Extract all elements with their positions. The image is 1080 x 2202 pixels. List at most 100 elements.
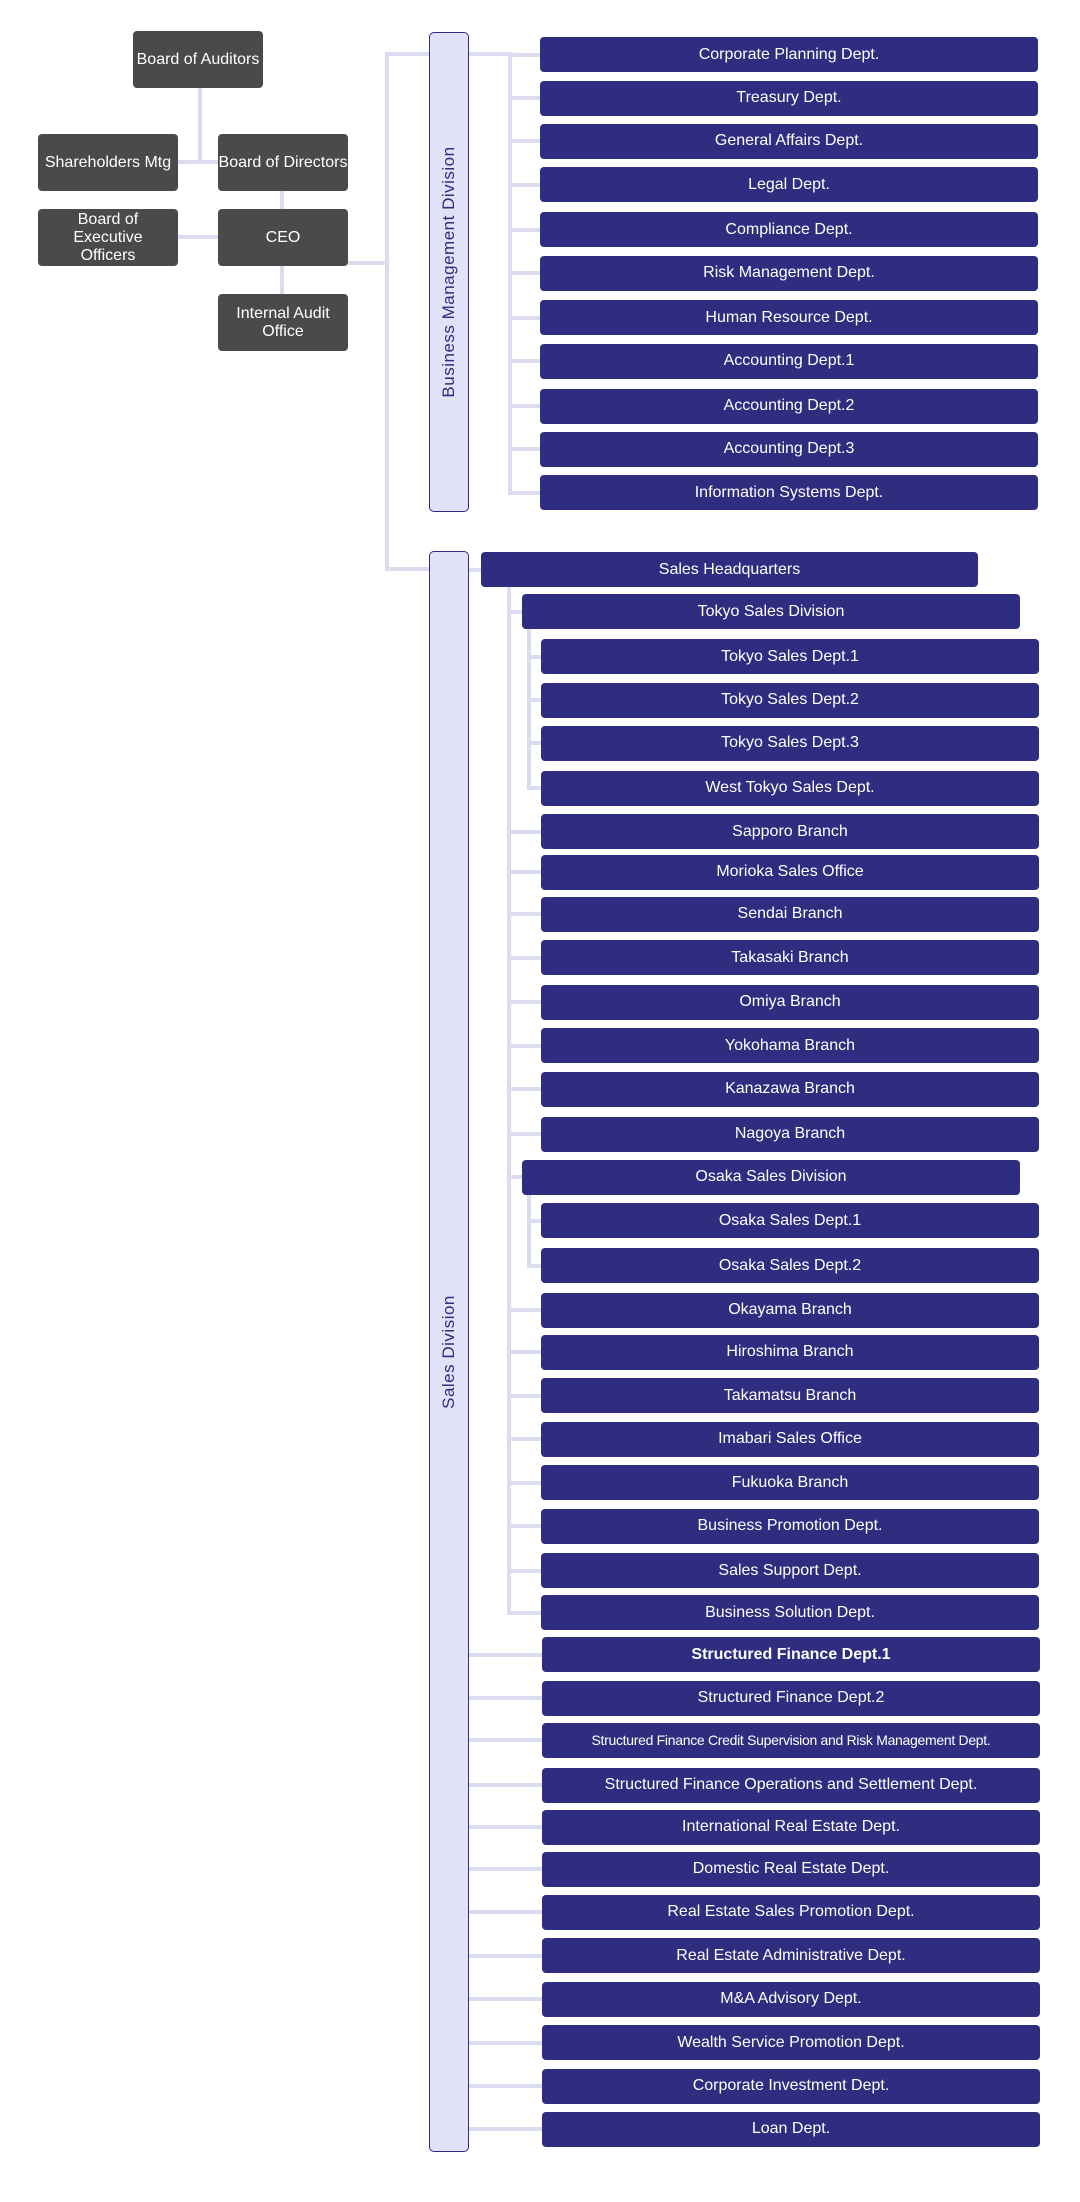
connector-line	[468, 1910, 542, 1915]
business-management-dept-box: Human Resource Dept.	[540, 300, 1038, 336]
connector-line	[198, 88, 202, 162]
sales-unit-box: Sapporo Branch	[541, 814, 1039, 850]
sales-unit-box: Kanazawa Branch	[541, 1071, 1039, 1107]
connector-line	[507, 1000, 542, 1005]
connector-line	[468, 1825, 542, 1829]
sales-division-label: Sales Division	[439, 1294, 458, 1409]
regional-sales-division-box: Tokyo Sales Division	[522, 594, 1020, 630]
connector-line	[508, 52, 512, 493]
connector-line	[527, 1194, 531, 1266]
sales-unit-box: Business Solution Dept.	[541, 1595, 1039, 1631]
sales-unit-box: Tokyo Sales Dept.3	[541, 725, 1039, 761]
connector-line	[507, 1610, 542, 1615]
connector-line	[468, 2127, 542, 2132]
board-of-directors-node: Board of Directors	[218, 134, 348, 191]
connector-line	[385, 567, 430, 571]
sales-unit-box: Real Estate Sales Promotion Dept.	[542, 1894, 1040, 1930]
sales-unit-box: Nagoya Branch	[541, 1116, 1039, 1152]
sales-unit-box: Hiroshima Branch	[541, 1334, 1039, 1370]
connector-line	[347, 261, 387, 265]
sales-unit-box: Imabari Sales Office	[541, 1421, 1039, 1457]
sales-unit-box: Tokyo Sales Dept.2	[541, 682, 1039, 718]
connector-line	[527, 628, 531, 789]
sales-unit-box: Real Estate Administrative Dept.	[542, 1938, 1040, 1974]
sales-division: Sales Division	[429, 551, 469, 2152]
business-management-dept-box: Accounting Dept.2	[540, 388, 1038, 424]
connector-line	[385, 52, 389, 571]
connector-line	[507, 1480, 542, 1485]
connector-line	[508, 139, 543, 144]
connector-line	[468, 52, 513, 56]
sales-unit-box: Wealth Service Promotion Dept.	[542, 2025, 1040, 2061]
connector-line	[508, 271, 543, 275]
connector-line	[507, 1043, 542, 1048]
connector-line	[507, 1393, 542, 1398]
sales-unit-box: Okayama Branch	[541, 1292, 1039, 1328]
connector-line	[507, 870, 542, 875]
sales-unit-box: Sales Support Dept.	[541, 1553, 1039, 1589]
business-management-dept-box: Compliance Dept.	[540, 212, 1038, 248]
connector-line	[507, 1308, 542, 1313]
sales-unit-box: Structured Finance Credit Supervision an…	[542, 1722, 1040, 1758]
sales-unit-box: Sendai Branch	[541, 896, 1039, 932]
sales-unit-box: Business Promotion Dept.	[541, 1508, 1039, 1544]
connector-line	[508, 227, 543, 232]
connector-line	[468, 2040, 542, 2045]
connector-line	[507, 1437, 542, 1442]
business-management-division-label: Business Management Division	[439, 146, 458, 398]
connector-line	[468, 1997, 542, 2002]
connector-line	[468, 2084, 542, 2088]
business-management-dept-box: General Affairs Dept.	[540, 123, 1038, 159]
sales-unit-box: Tokyo Sales Dept.1	[541, 639, 1039, 675]
connector-line	[507, 912, 542, 917]
connector-line	[385, 52, 430, 56]
sales-unit-box: Fukuoka Branch	[541, 1465, 1039, 1501]
connector-line	[507, 1087, 542, 1092]
sales-unit-box: Structured Finance Dept.1	[542, 1637, 1040, 1673]
internal-audit-office-node: Internal Audit Office	[218, 294, 348, 351]
shareholders-meeting-node: Shareholders Mtg	[38, 134, 178, 191]
business-management-division: Business Management Division	[429, 32, 469, 512]
regional-sales-division-box: Osaka Sales Division	[522, 1159, 1020, 1195]
business-management-dept-box: Treasury Dept.	[540, 80, 1038, 116]
connector-line	[508, 490, 543, 495]
sales-headquarters-box: Sales Headquarters	[481, 552, 978, 588]
sales-unit-box: Osaka Sales Dept.2	[541, 1248, 1039, 1284]
connector-line	[468, 1696, 542, 1701]
connector-line	[508, 447, 543, 452]
connector-line	[468, 1867, 542, 1871]
sales-unit-box: Osaka Sales Dept.1	[541, 1203, 1039, 1239]
connector-line	[508, 315, 543, 320]
connector-line	[507, 1132, 542, 1136]
connector-line	[468, 1652, 542, 1657]
connector-line	[280, 265, 284, 295]
sales-unit-box: Structured Finance Operations and Settle…	[542, 1767, 1040, 1803]
connector-line	[468, 1738, 542, 1743]
board-of-auditors-node: Board of Auditors	[133, 31, 263, 88]
sales-unit-box: Yokohama Branch	[541, 1028, 1039, 1064]
connector-line	[178, 235, 218, 239]
sales-unit-box: Loan Dept.	[542, 2111, 1040, 2147]
business-management-dept-box: Accounting Dept.1	[540, 343, 1038, 379]
connector-line	[468, 1783, 542, 1787]
business-management-dept-box: Accounting Dept.3	[540, 431, 1038, 467]
connector-line	[280, 190, 284, 210]
sales-unit-box: International Real Estate Dept.	[542, 1809, 1040, 1845]
business-management-dept-box: Corporate Planning Dept.	[540, 37, 1038, 73]
sales-unit-box: Domestic Real Estate Dept.	[542, 1851, 1040, 1887]
connector-line	[508, 182, 543, 187]
connector-line	[507, 1568, 542, 1573]
connector-line	[507, 829, 542, 834]
connector-line	[507, 1350, 542, 1355]
connector-line	[508, 52, 543, 57]
connector-line	[508, 359, 543, 364]
sales-unit-box: Omiya Branch	[541, 984, 1039, 1020]
sales-unit-box: Morioka Sales Office	[541, 854, 1039, 890]
sales-unit-box: Takasaki Branch	[541, 940, 1039, 976]
connector-line	[507, 955, 542, 960]
ceo-node: CEO	[218, 209, 348, 266]
connector-line	[507, 1524, 542, 1528]
sales-unit-box: M&A Advisory Dept.	[542, 1981, 1040, 2017]
business-management-dept-box: Risk Management Dept.	[540, 255, 1038, 291]
sales-unit-box: Structured Finance Dept.2	[542, 1680, 1040, 1716]
